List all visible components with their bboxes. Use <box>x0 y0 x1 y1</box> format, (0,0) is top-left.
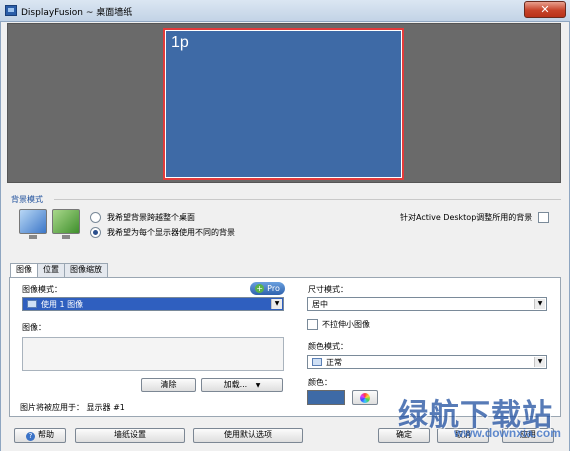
chevron-down-icon: ▼ <box>255 382 261 389</box>
image-mode-select[interactable]: 使用 1 图像 ▼ <box>22 297 284 311</box>
active-desktop-option[interactable]: 针对Active Desktop调整所用的背景 <box>400 212 550 223</box>
clear-button[interactable]: 清除 <box>141 378 196 392</box>
active-desktop-label: 针对Active Desktop调整所用的背景 <box>400 213 533 222</box>
load-button[interactable]: 加载... ▼ <box>201 378 283 392</box>
image-label: 图像： <box>22 323 46 332</box>
tab-image[interactable]: 图像 <box>10 263 38 278</box>
radio-label: 我希望为每个显示器使用不同的背景 <box>107 228 235 237</box>
span-desktop-icon <box>19 209 47 239</box>
no-stretch-label: 不拉伸小图像 <box>322 320 370 329</box>
no-stretch-checkbox[interactable] <box>307 319 318 330</box>
group-divider <box>54 199 561 200</box>
monitor-1-preview[interactable]: 1p <box>163 28 404 180</box>
color-mode-label: 颜色模式： <box>308 342 348 351</box>
app-icon <box>5 5 17 16</box>
use-defaults-button[interactable]: 使用默认选项 <box>193 428 303 443</box>
title-bar: DisplayFusion ~ 桌面墙纸 ✕ <box>0 0 570 22</box>
load-button-label: 加载... <box>223 380 248 389</box>
site-watermark: 绿航下载站 www.downxia.com <box>398 390 563 442</box>
plus-icon: + <box>255 284 265 293</box>
radio-label: 我希望背景跨越整个桌面 <box>107 213 195 222</box>
radio-button[interactable] <box>90 212 101 223</box>
per-monitor-icon <box>52 209 80 239</box>
radio-button-selected[interactable] <box>90 227 101 238</box>
active-desktop-checkbox[interactable] <box>538 212 550 223</box>
color-wheel-icon <box>360 393 370 403</box>
color-mode-value: 正常 <box>326 358 342 367</box>
window-title: DisplayFusion ~ 桌面墙纸 <box>21 8 133 18</box>
color-swatch[interactable] <box>307 390 345 405</box>
close-button[interactable]: ✕ <box>524 1 566 18</box>
no-stretch-option[interactable]: 不拉伸小图像 <box>307 319 370 330</box>
chevron-down-icon[interactable]: ▼ <box>534 299 545 309</box>
chevron-down-icon[interactable]: ▼ <box>534 357 545 367</box>
help-button-label: 帮助 <box>38 430 54 439</box>
monitor-label: 1p <box>171 34 189 51</box>
color-label: 颜色： <box>308 378 332 387</box>
pro-label: Pro <box>267 284 280 293</box>
image-icon <box>27 300 37 308</box>
watermark-url: www.downxia.com <box>454 426 561 440</box>
color-mode-icon <box>312 358 322 366</box>
image-list[interactable] <box>22 337 284 371</box>
size-mode-label: 尺寸模式： <box>308 285 348 294</box>
radio-per-monitor[interactable]: 我希望为每个显示器使用不同的背景 <box>90 226 235 239</box>
chevron-down-icon[interactable]: ▼ <box>271 299 282 309</box>
image-mode-value: 使用 1 图像 <box>41 300 84 309</box>
image-mode-label: 图像模式： <box>22 285 62 294</box>
background-mode-group-title: 背景模式 <box>11 195 43 204</box>
radio-span-desktop[interactable]: 我希望背景跨越整个桌面 <box>90 211 195 224</box>
size-mode-value: 居中 <box>312 300 328 309</box>
tab-position[interactable]: 位置 <box>37 263 65 277</box>
color-picker-button[interactable] <box>352 390 378 405</box>
pro-button[interactable]: + Pro <box>250 282 285 295</box>
size-mode-select[interactable]: 居中 ▼ <box>307 297 547 311</box>
wallpaper-settings-button[interactable]: 墙纸设置 <box>75 428 185 443</box>
applied-to-text: 图片将被应用于： 显示器 #1 <box>20 403 125 412</box>
help-icon: ? <box>26 432 35 441</box>
tab-image-scaling[interactable]: 图像缩放 <box>64 263 108 277</box>
help-button[interactable]: ? 帮助 <box>14 428 66 443</box>
tab-strip: 图像 位置 图像缩放 <box>10 263 108 278</box>
color-mode-select[interactable]: 正常 ▼ <box>307 355 547 369</box>
